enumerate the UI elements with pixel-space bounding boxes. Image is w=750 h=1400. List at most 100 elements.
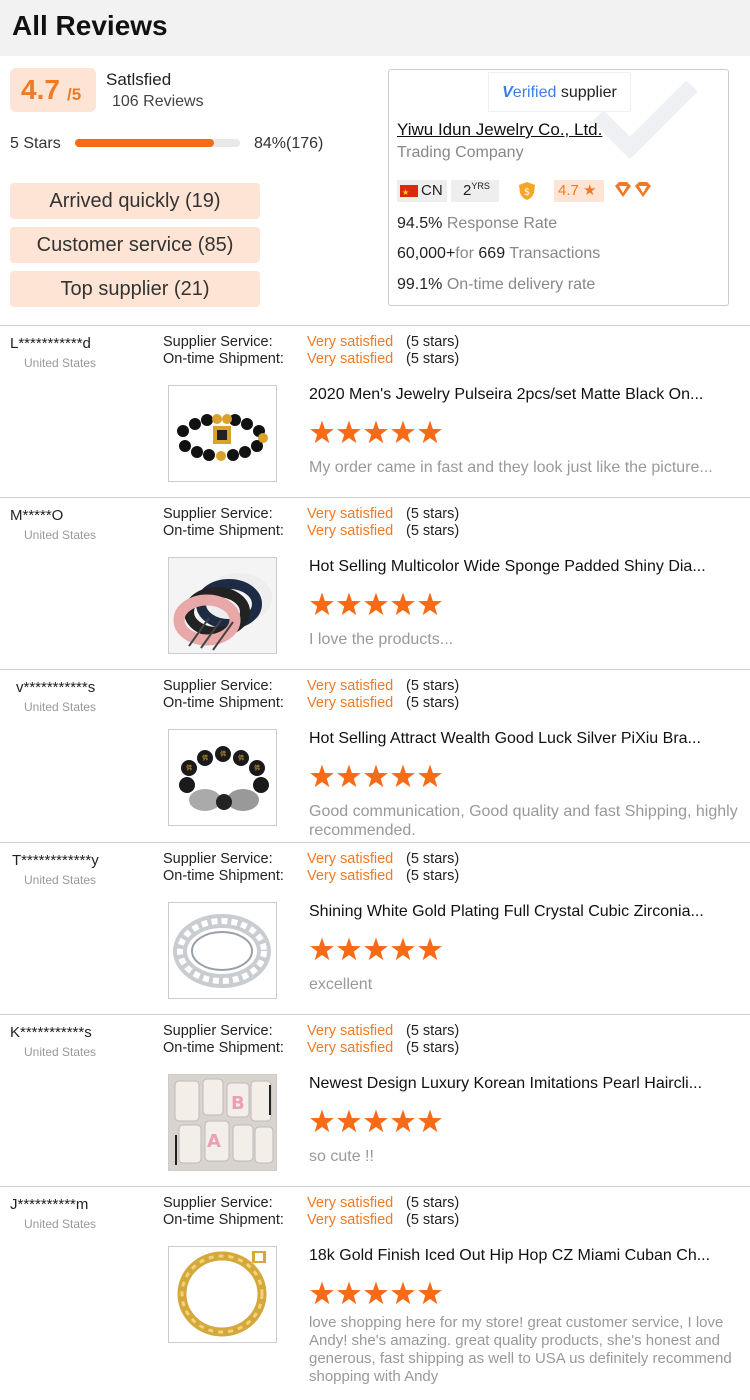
ontime-shipment-value: Very satisfied <box>307 351 394 367</box>
product-thumbnail[interactable] <box>168 902 277 999</box>
svg-text:B: B <box>231 1093 245 1114</box>
ontime-shipment-label: On-time Shipment: <box>163 868 284 884</box>
rating-stars-icon <box>310 1109 442 1133</box>
reviewer-country: United States <box>24 528 97 542</box>
product-title[interactable]: Newest Design Luxury Korean Imitations P… <box>309 1075 741 1093</box>
product-image-icon <box>169 558 276 653</box>
product-image-icon <box>173 914 271 988</box>
ontime-shipment-stars: (5 stars) <box>406 695 460 711</box>
transactions: 60,000+for 669 Transactions <box>397 245 600 263</box>
product-image-icon: AB <box>169 1075 276 1170</box>
ontime-shipment-stars: (5 stars) <box>406 868 460 884</box>
product-title[interactable]: 18k Gold Finish Iced Out Hip Hop CZ Miam… <box>309 1247 741 1265</box>
ontime-shipment-label: On-time Shipment: <box>163 1212 284 1228</box>
transactions-value: 669 <box>478 245 506 262</box>
review-item: J**********m United States Supplier Servic… <box>0 1186 750 1400</box>
company-name[interactable]: Yiwu Idun Jewelry Co., Ltd. <box>397 120 602 140</box>
gold-shield-icon: $ <box>519 182 535 200</box>
product-thumbnail[interactable]: 佛佛佛佛佛 <box>168 729 277 826</box>
supplier-service-stars: (5 stars) <box>406 1023 460 1039</box>
ontime-shipment-label: On-time Shipment: <box>163 523 284 539</box>
product-title[interactable]: Hot Selling Multicolor Wide Sponge Padde… <box>309 558 741 576</box>
tag-top-supplier[interactable]: Top supplier (21) <box>10 271 260 307</box>
rating-progress-fill <box>75 139 214 147</box>
svg-text:佛: 佛 <box>238 754 244 762</box>
ontime-shipment-label: On-time Shipment: <box>163 1040 284 1056</box>
tag-arrived-quickly[interactable]: Arrived quickly (19) <box>10 183 260 219</box>
review-rating <box>309 1109 444 1135</box>
five-stars-label: 5 Stars <box>10 135 61 152</box>
diamond-level-icon <box>615 182 651 197</box>
verified-supplier-badge: Verified supplier <box>488 72 631 112</box>
transactions-for: for <box>455 245 474 262</box>
ontime-shipment-value: Very satisfied <box>307 868 394 884</box>
supplier-card[interactable]: Verified supplier Yiwu Idun Jewelry Co.,… <box>388 69 729 306</box>
tag-customer-service[interactable]: Customer service (85) <box>10 227 260 263</box>
verified-v: V <box>502 84 513 101</box>
supplier-service-label: Supplier Service: <box>163 678 273 694</box>
country-code: CN <box>421 182 443 199</box>
supplier-service-value: Very satisfied <box>307 851 394 867</box>
page-title: All Reviews <box>12 10 168 41</box>
reviewer-name: v***********s <box>16 679 96 696</box>
verified-word: erified <box>512 84 557 101</box>
response-rate-value: 94.5% <box>397 215 443 232</box>
supplier-service-stars: (5 stars) <box>406 506 460 522</box>
review-item: T************y United States Supplier Serv… <box>0 842 750 1014</box>
ontime-shipment-label: On-time Shipment: <box>163 695 284 711</box>
rating-stars-icon <box>310 420 442 444</box>
ontime-shipment-stars: (5 stars) <box>406 351 460 367</box>
supplier-service-value: Very satisfied <box>307 1195 394 1211</box>
product-title[interactable]: 2020 Men's Jewelry Pulseira 2pcs/set Mat… <box>309 386 741 404</box>
product-title[interactable]: Hot Selling Attract Wealth Good Luck Sil… <box>309 730 741 748</box>
rating-stars-icon <box>310 1281 442 1305</box>
ontime-shipment-value: Very satisfied <box>307 1040 394 1056</box>
product-image-icon: 佛佛佛佛佛 <box>179 746 269 811</box>
review-comment: love shopping here for my store! great c… <box>309 1314 732 1385</box>
product-title[interactable]: Shining White Gold Plating Full Crystal … <box>309 903 741 921</box>
product-thumbnail[interactable] <box>168 1246 277 1343</box>
overall-score-suffix: /5 <box>67 85 82 104</box>
review-comment: My order came in fast and they look just… <box>309 459 713 476</box>
review-rating <box>309 1281 444 1307</box>
review-comment: excellent <box>309 976 373 993</box>
ontime-shipment-stars: (5 stars) <box>406 523 460 539</box>
svg-text:佛: 佛 <box>220 750 226 758</box>
product-thumbnail[interactable] <box>168 385 277 482</box>
review-item: L***********d United States Supplier Servi… <box>0 325 750 497</box>
rating-progress-bar <box>75 139 240 147</box>
product-thumbnail[interactable]: AB <box>168 1074 277 1171</box>
supplier-service-stars: (5 stars) <box>406 851 460 867</box>
ontime-delivery: 99.1% On-time delivery rate <box>397 276 595 294</box>
review-item: K***********s United States Supplier Servi… <box>0 1014 750 1186</box>
review-count: 106 Reviews <box>112 93 204 110</box>
supplier-service-stars: (5 stars) <box>406 1195 460 1211</box>
supplier-service-label: Supplier Service: <box>163 851 273 867</box>
review-comment: Good communication, Good quality and fas… <box>309 803 738 839</box>
ontime-shipment-stars: (5 stars) <box>406 1212 460 1228</box>
years-badge: 2YRS <box>451 180 499 202</box>
product-image-icon <box>177 414 268 461</box>
svg-text:$: $ <box>524 187 530 198</box>
ontime-shipment-stars: (5 stars) <box>406 1040 460 1056</box>
reviewer-name: K***********s <box>10 1024 92 1041</box>
review-comment: I love the products... <box>309 631 454 648</box>
years-unit: YRS <box>471 181 490 191</box>
reviewer-name: J**********m <box>10 1196 89 1213</box>
ontime-label: On-time delivery rate <box>446 276 596 293</box>
reviewer-name: M*****O <box>10 507 64 524</box>
ontime-shipment-value: Very satisfied <box>307 523 394 539</box>
reviewer-country: United States <box>24 1045 97 1059</box>
rating-stars-icon <box>310 937 442 961</box>
rating-stars-icon <box>310 764 442 788</box>
supplier-service-value: Very satisfied <box>307 334 394 350</box>
supplier-service-stars: (5 stars) <box>406 334 460 350</box>
country-badge: CN <box>397 180 447 204</box>
product-thumbnail[interactable] <box>168 557 277 654</box>
review-item: v***********s United States Supplier Servi… <box>0 669 750 842</box>
supplier-service-stars: (5 stars) <box>406 678 460 694</box>
company-type: Trading Company <box>397 144 524 161</box>
review-comment: so cute !! <box>309 1148 374 1165</box>
reviewer-country: United States <box>24 873 97 887</box>
supplier-service-label: Supplier Service: <box>163 1023 273 1039</box>
